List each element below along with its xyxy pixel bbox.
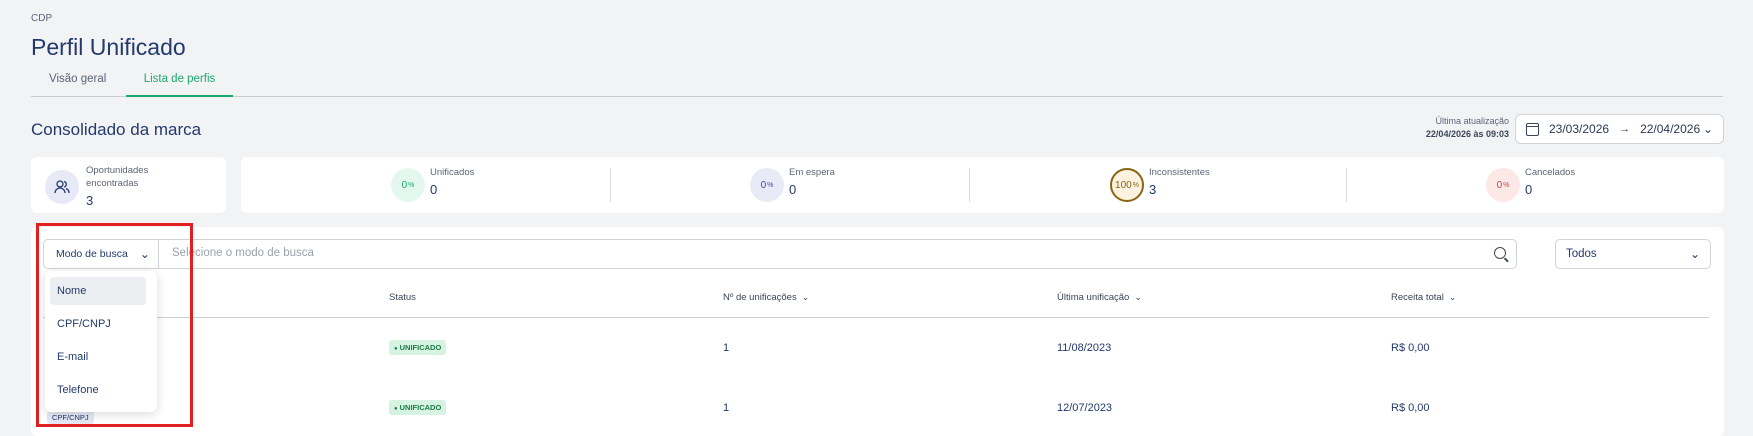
status-filter-select[interactable]: Todos ⌄ [1555, 239, 1711, 269]
stat-value: 3 [1149, 182, 1157, 197]
tab-bar: Visão geral Lista de perfis [31, 73, 1723, 97]
search-bar: Modo de busca ⌄ Selecione o modo de busc… [43, 239, 1517, 269]
stat-value: 0 [1525, 182, 1533, 197]
percent-badge: 0% [750, 168, 784, 202]
divider [969, 168, 970, 202]
stat-name: Unificados [430, 167, 475, 178]
table-cell-last: 11/08/2023 [1057, 342, 1112, 354]
stat-unificados: 0% Unificados 0 [391, 167, 474, 203]
chevron-down-icon: ⌄ [1689, 247, 1700, 261]
stat-cancelados: 0% Cancelados 0 [1486, 167, 1575, 203]
table-cell-revenue: R$ 0,00 [1391, 342, 1430, 354]
column-header-receita[interactable]: Receita total ⌄ [1391, 292, 1456, 303]
stat-name: Inconsistentes [1149, 167, 1210, 178]
percent-badge: 0% [391, 168, 425, 202]
date-range-picker[interactable]: 23/03/2026 → 22/04/2026 ⌄ [1515, 114, 1724, 144]
stat-value: 0 [430, 182, 438, 197]
date-start: 23/03/2026 [1549, 122, 1610, 136]
arrow-right-icon: → [1619, 123, 1631, 135]
date-end: 22/04/2026 [1640, 122, 1701, 136]
chevron-down-icon: ⌄ [1448, 292, 1457, 302]
column-header-unificacoes[interactable]: Nº de unificações ⌄ [723, 292, 809, 303]
chevron-down-icon: ⌄ [801, 292, 810, 302]
chevron-down-icon: ⌄ [1702, 122, 1713, 136]
table-cell-count: 1 [723, 342, 730, 354]
last-update-label: Última atualização [1435, 116, 1509, 126]
stat-name: Cancelados [1525, 167, 1576, 178]
search-input[interactable]: Selecione o modo de busca [172, 247, 314, 259]
profiles-panel: Modo de busca ⌄ Selecione o modo de busc… [31, 227, 1724, 436]
column-header-ultima-unificacao[interactable]: Última unificação ⌄ [1057, 292, 1142, 303]
tab-visao-geral[interactable]: Visão geral [49, 73, 106, 91]
column-header-status: Status [389, 292, 416, 303]
status-badge: UNIFICADO [389, 400, 447, 415]
opportunities-label: Oportunidades encontradas [86, 165, 149, 189]
breadcrumb[interactable]: CDP [31, 13, 52, 24]
tab-lista-de-perfis[interactable]: Lista de perfis [126, 73, 233, 97]
users-icon [45, 170, 79, 204]
stat-em-espera: 0% Em espera 0 [750, 167, 835, 203]
status-badge: UNIFICADO [389, 340, 447, 355]
table-cell-count: 1 [723, 402, 730, 414]
stat-name: Em espera [789, 167, 835, 178]
page-title: Perfil Unificado [31, 34, 186, 60]
last-update-value: 22/04/2026 às 09:03 [1425, 129, 1509, 139]
last-update: Última atualização 22/04/2026 às 09:03 [1380, 115, 1509, 141]
table-header-divider [43, 317, 1709, 318]
chevron-down-icon: ⌄ [1134, 292, 1142, 302]
opportunities-card: Oportunidades encontradas 3 [31, 157, 226, 213]
section-title: Consolidado da marca [31, 120, 202, 139]
stat-inconsistentes: 100% Inconsistentes 3 [1110, 167, 1210, 203]
calendar-icon [1526, 122, 1539, 136]
percent-badge: 100% [1110, 168, 1144, 202]
table-cell-revenue: R$ 0,00 [1391, 402, 1430, 414]
annotation-highlight-box [36, 223, 193, 427]
table-cell-last: 12/07/2023 [1057, 402, 1113, 414]
status-filter-value: Todos [1566, 248, 1597, 260]
divider [610, 168, 611, 202]
divider [1346, 168, 1347, 202]
stat-value: 0 [789, 182, 797, 197]
percent-badge: 0% [1486, 168, 1520, 202]
stats-card: 0% Unificados 0 0% Em espera 0 100% Incons… [241, 157, 1724, 213]
search-icon[interactable] [1494, 247, 1506, 259]
opportunities-value: 3 [86, 193, 94, 208]
